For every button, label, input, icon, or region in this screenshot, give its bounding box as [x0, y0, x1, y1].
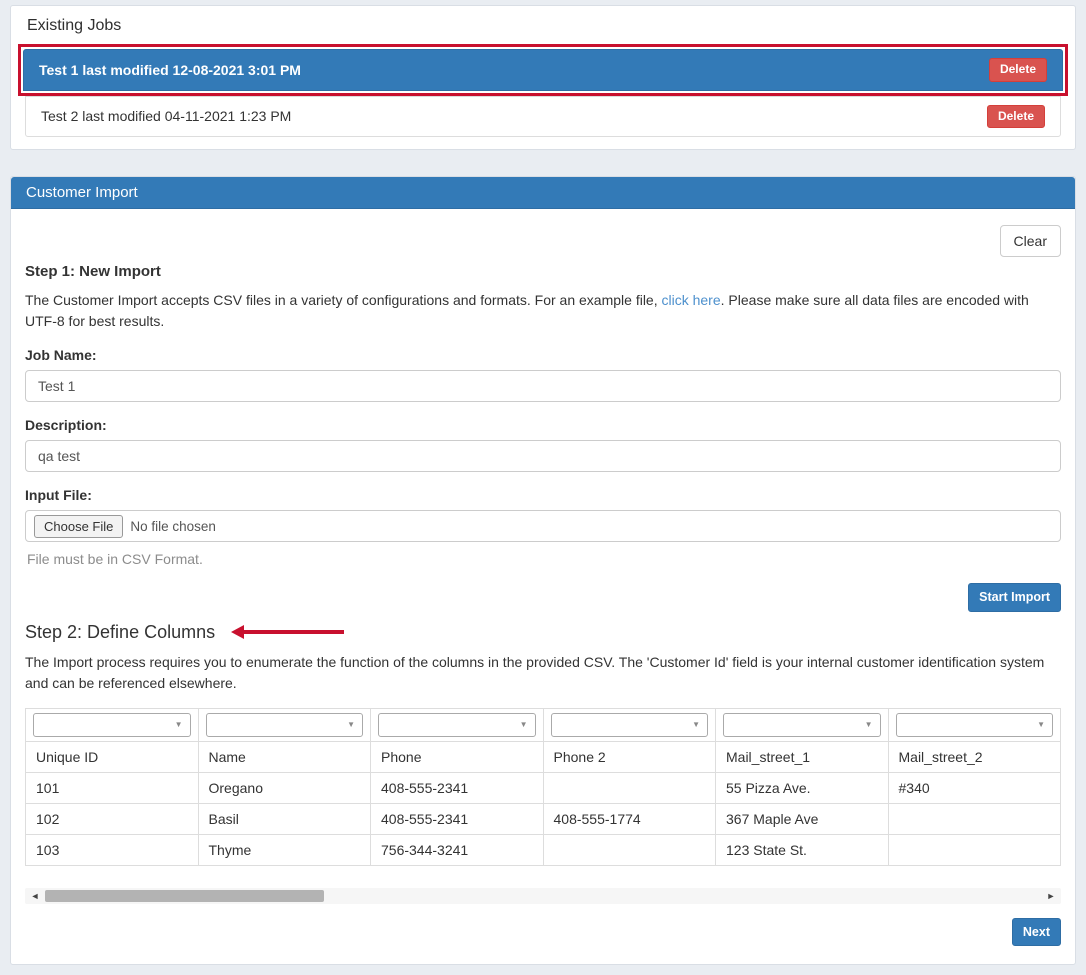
- table-cell: 408-555-2341: [371, 803, 544, 834]
- table-cell: Oregano: [198, 772, 371, 803]
- column-select[interactable]: ▼: [206, 713, 364, 737]
- table-cell: [888, 803, 1061, 834]
- file-input[interactable]: Choose File No file chosen: [25, 510, 1061, 542]
- scroll-right-icon: ►: [1047, 891, 1056, 901]
- column-header-cell: Unique ID: [26, 741, 199, 772]
- column-mapping-table: ▼ ▼ ▼: [25, 708, 1061, 866]
- caret-down-icon: ▼: [347, 720, 355, 729]
- job-name-input[interactable]: [25, 370, 1061, 402]
- table-cell: 102: [26, 803, 199, 834]
- step2-heading: Step 2: Define Columns: [25, 622, 215, 643]
- scroll-left-button[interactable]: ◄: [25, 891, 45, 901]
- caret-down-icon: ▼: [865, 720, 873, 729]
- table-cell: 367 Maple Ave: [716, 803, 889, 834]
- scrollbar-track[interactable]: [45, 890, 1041, 902]
- select-row: ▼ ▼ ▼: [26, 708, 1061, 741]
- customer-import-header: Customer Import: [11, 177, 1075, 209]
- table-cell: Basil: [198, 803, 371, 834]
- customer-import-body: Clear Step 1: New Import The Customer Im…: [11, 209, 1075, 964]
- existing-jobs-title: Existing Jobs: [27, 17, 1061, 35]
- choose-file-button[interactable]: Choose File: [34, 515, 123, 538]
- table-cell: 756-344-3241: [371, 834, 544, 865]
- select-cell: ▼: [198, 708, 371, 741]
- table-row: 103 Thyme 756-344-3241 123 State St.: [26, 834, 1061, 865]
- start-import-button[interactable]: Start Import: [968, 583, 1061, 611]
- step2-description: The Import process requires you to enume…: [25, 652, 1061, 694]
- column-select[interactable]: ▼: [551, 713, 709, 737]
- caret-down-icon: ▼: [1037, 720, 1045, 729]
- description-input[interactable]: [25, 440, 1061, 472]
- step1-description: The Customer Import accepts CSV files in…: [25, 290, 1061, 332]
- description-label: Description:: [25, 417, 1061, 433]
- example-file-link[interactable]: click here: [662, 292, 721, 308]
- select-cell: ▼: [543, 708, 716, 741]
- input-file-label: Input File:: [25, 487, 1061, 503]
- annotation-rectangle: Test 1 last modified 12-08-2021 3:01 PM …: [18, 44, 1068, 96]
- column-select[interactable]: ▼: [378, 713, 536, 737]
- annotation-arrow: [231, 625, 344, 639]
- table-cell: 408-555-1774: [543, 803, 716, 834]
- caret-down-icon: ▼: [692, 720, 700, 729]
- scrollbar-thumb[interactable]: [45, 890, 324, 902]
- annotation-arrow-shaft: [244, 630, 344, 634]
- select-cell: ▼: [888, 708, 1061, 741]
- table-cell: 55 Pizza Ave.: [716, 772, 889, 803]
- job-label: Test 2 last modified 04-11-2021 1:23 PM: [41, 108, 291, 124]
- column-select[interactable]: ▼: [33, 713, 191, 737]
- table-cell: 123 State St.: [716, 834, 889, 865]
- horizontal-scrollbar[interactable]: ◄ ►: [25, 888, 1061, 904]
- page: Existing Jobs Test 1 last modified 12-08…: [0, 0, 1086, 975]
- caret-down-icon: ▼: [520, 720, 528, 729]
- delete-button[interactable]: Delete: [989, 58, 1047, 82]
- file-format-hint: File must be in CSV Format.: [27, 551, 1061, 567]
- step1-description-text-before: The Customer Import accepts CSV files in…: [25, 292, 662, 308]
- column-select[interactable]: ▼: [896, 713, 1054, 737]
- select-cell: ▼: [26, 708, 199, 741]
- table-cell: [543, 772, 716, 803]
- delete-button[interactable]: Delete: [987, 105, 1045, 129]
- step1-heading: Step 1: New Import: [25, 263, 1061, 280]
- column-header-cell: Name: [198, 741, 371, 772]
- job-row-test1[interactable]: Test 1 last modified 12-08-2021 3:01 PM …: [23, 49, 1063, 91]
- job-row-test2[interactable]: Test 2 last modified 04-11-2021 1:23 PM …: [25, 96, 1061, 138]
- table-row: 102 Basil 408-555-2341 408-555-1774 367 …: [26, 803, 1061, 834]
- table-cell: [888, 834, 1061, 865]
- column-select[interactable]: ▼: [723, 713, 881, 737]
- header-row: Unique ID Name Phone Phone 2 Mail_street…: [26, 741, 1061, 772]
- clear-button[interactable]: Clear: [1000, 225, 1061, 257]
- file-status-text: No file chosen: [130, 519, 216, 534]
- table-cell: 408-555-2341: [371, 772, 544, 803]
- table-cell: #340: [888, 772, 1061, 803]
- existing-jobs-panel: Existing Jobs Test 1 last modified 12-08…: [10, 5, 1076, 150]
- column-header-cell: Mail_street_1: [716, 741, 889, 772]
- table-cell: Thyme: [198, 834, 371, 865]
- table-cell: [543, 834, 716, 865]
- job-label: Test 1 last modified 12-08-2021 3:01 PM: [39, 62, 301, 78]
- column-header-cell: Phone 2: [543, 741, 716, 772]
- table-row: 101 Oregano 408-555-2341 55 Pizza Ave. #…: [26, 772, 1061, 803]
- annotation-arrow-head: [231, 625, 244, 639]
- select-cell: ▼: [371, 708, 544, 741]
- job-name-label: Job Name:: [25, 347, 1061, 363]
- scroll-right-button[interactable]: ►: [1041, 891, 1061, 901]
- column-header-cell: Phone: [371, 741, 544, 772]
- table-cell: 103: [26, 834, 199, 865]
- scroll-left-icon: ◄: [31, 891, 40, 901]
- select-cell: ▼: [716, 708, 889, 741]
- customer-import-panel: Customer Import Clear Step 1: New Import…: [10, 176, 1076, 965]
- caret-down-icon: ▼: [175, 720, 183, 729]
- column-header-cell: Mail_street_2: [888, 741, 1061, 772]
- table-cell: 101: [26, 772, 199, 803]
